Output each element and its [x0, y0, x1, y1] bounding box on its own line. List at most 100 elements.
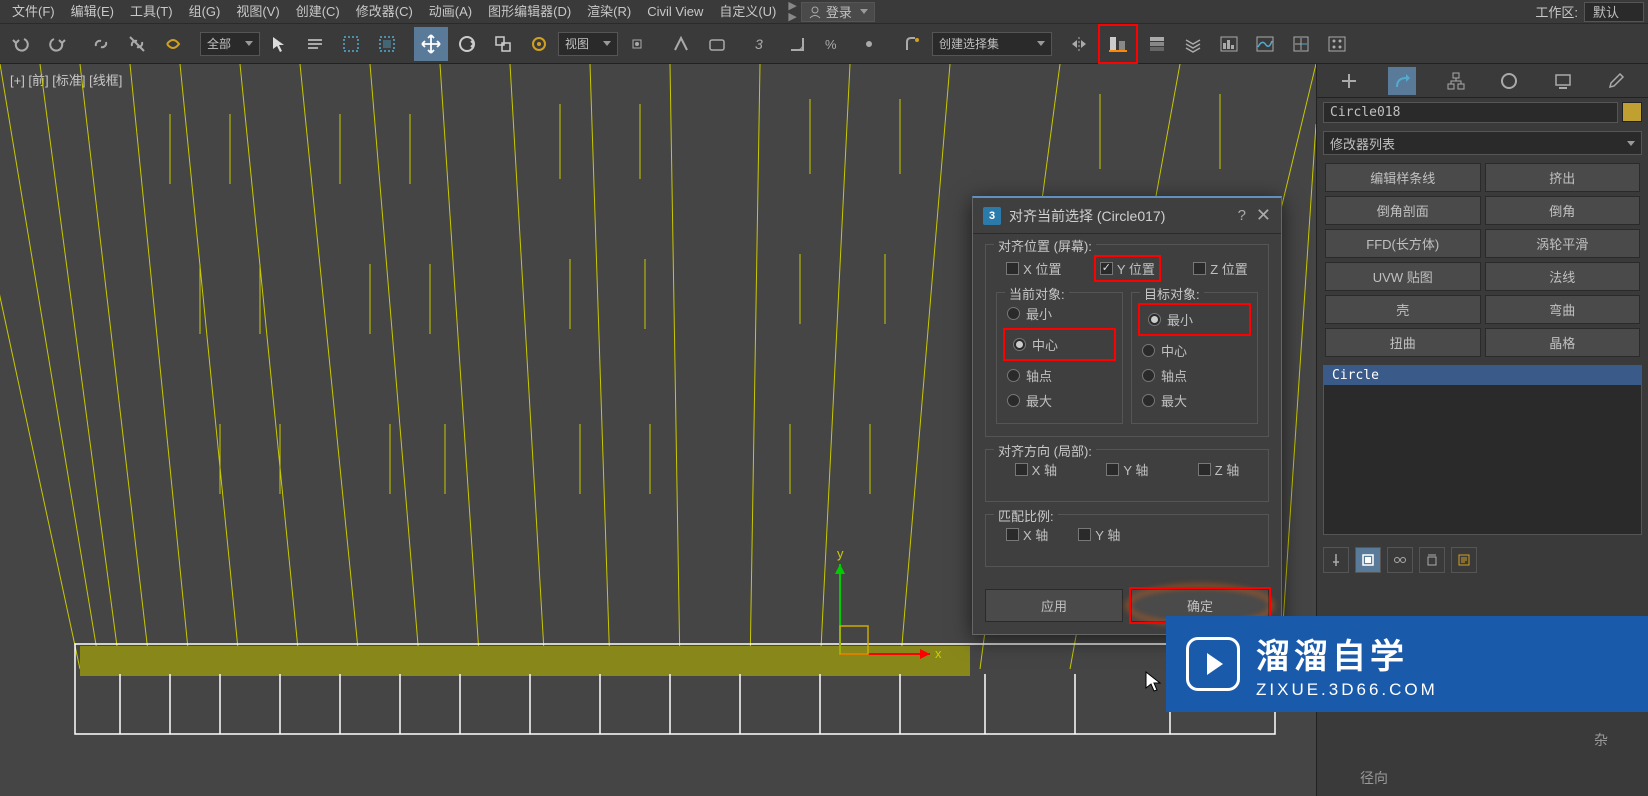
- bind-button[interactable]: [156, 27, 190, 61]
- hierarchy-tab[interactable]: [1442, 67, 1470, 95]
- pivot-center-button[interactable]: [620, 27, 654, 61]
- move-button[interactable]: [414, 27, 448, 61]
- material-editor-button[interactable]: [1284, 27, 1318, 61]
- current-pivot-radio[interactable]: 轴点: [1003, 363, 1116, 388]
- dialog-help-button[interactable]: ?: [1238, 207, 1246, 224]
- object-name-input[interactable]: Circle018: [1323, 102, 1618, 123]
- mod-btn-bend[interactable]: 弯曲: [1485, 295, 1641, 324]
- login-button[interactable]: 登录: [801, 2, 875, 22]
- rotate-button[interactable]: [450, 27, 484, 61]
- toggle-ribbon-button[interactable]: [1176, 27, 1210, 61]
- group-label-position: 对齐位置 (屏幕):: [994, 236, 1096, 255]
- modifier-stack[interactable]: Circle: [1323, 365, 1642, 535]
- scale-x-checkbox[interactable]: X 轴: [1006, 525, 1048, 544]
- stack-item-circle[interactable]: Circle: [1324, 366, 1641, 385]
- mod-btn-normal[interactable]: 法线: [1485, 262, 1641, 291]
- placement-button[interactable]: [522, 27, 556, 61]
- y-position-checkbox[interactable]: Y 位置: [1100, 259, 1155, 278]
- svg-text:3: 3: [755, 36, 763, 52]
- menu-group[interactable]: 组(G): [181, 0, 229, 24]
- menu-animation[interactable]: 动画(A): [421, 0, 480, 24]
- angle-snap-button[interactable]: [780, 27, 814, 61]
- render-setup-button[interactable]: [1320, 27, 1354, 61]
- current-min-radio[interactable]: 最小: [1003, 301, 1116, 326]
- menu-tools[interactable]: 工具(T): [122, 0, 181, 24]
- schematic-view-button[interactable]: [1248, 27, 1282, 61]
- mod-btn-shell[interactable]: 壳: [1325, 295, 1481, 324]
- mod-btn-uvwmap[interactable]: UVW 贴图: [1325, 262, 1481, 291]
- target-min-radio[interactable]: 最小: [1144, 307, 1245, 332]
- orient-z-checkbox[interactable]: Z 轴: [1198, 460, 1240, 479]
- selection-filter[interactable]: 全部: [200, 32, 260, 56]
- menu-modifiers[interactable]: 修改器(C): [348, 0, 421, 24]
- target-pivot-radio[interactable]: 轴点: [1138, 363, 1251, 388]
- show-end-result-button[interactable]: [1355, 547, 1381, 573]
- named-selection-set[interactable]: 创建选择集: [932, 32, 1052, 56]
- select-by-name-button[interactable]: [298, 27, 332, 61]
- menu-create[interactable]: 创建(C): [288, 0, 348, 24]
- undo-button[interactable]: [4, 27, 38, 61]
- display-tab[interactable]: [1549, 67, 1577, 95]
- dialog-close-button[interactable]: ✕: [1256, 205, 1271, 226]
- mod-btn-lattice[interactable]: 晶格: [1485, 328, 1641, 357]
- keyboard-shortcut-button[interactable]: [700, 27, 734, 61]
- pin-stack-button[interactable]: [1323, 547, 1349, 573]
- ref-coord-dropdown[interactable]: 视图: [558, 32, 618, 56]
- target-max-radio[interactable]: 最大: [1138, 388, 1251, 413]
- rect-select-button[interactable]: [334, 27, 368, 61]
- apply-button[interactable]: 应用: [985, 589, 1123, 622]
- create-tab[interactable]: [1335, 67, 1363, 95]
- mod-btn-editspline[interactable]: 编辑样条线: [1325, 163, 1481, 192]
- menu-customize[interactable]: 自定义(U): [711, 0, 784, 24]
- scale-y-checkbox[interactable]: Y 轴: [1078, 525, 1120, 544]
- mod-btn-turbosmooth[interactable]: 涡轮平滑: [1485, 229, 1641, 258]
- remove-modifier-button[interactable]: [1419, 547, 1445, 573]
- workspace-dropdown[interactable]: 默认: [1584, 2, 1644, 22]
- menu-file[interactable]: 文件(F): [4, 0, 63, 24]
- menu-render[interactable]: 渲染(R): [579, 0, 639, 24]
- z-position-checkbox[interactable]: Z 位置: [1193, 255, 1248, 282]
- unlink-button[interactable]: [120, 27, 154, 61]
- menu-view[interactable]: 视图(V): [228, 0, 287, 24]
- snap-2d-button[interactable]: 3: [744, 27, 778, 61]
- current-center-radio[interactable]: 中心: [1009, 332, 1110, 357]
- align-button[interactable]: [1101, 27, 1135, 61]
- layer-explorer-button[interactable]: [1140, 27, 1174, 61]
- target-object-group: 目标对象: 最小 中心 轴点 最大: [1131, 292, 1258, 424]
- manipulate-button[interactable]: [664, 27, 698, 61]
- x-position-checkbox[interactable]: X 位置: [1006, 255, 1061, 282]
- mod-btn-bevelprofile[interactable]: 倒角剖面: [1325, 196, 1481, 225]
- orient-y-checkbox[interactable]: Y 轴: [1106, 460, 1148, 479]
- edit-named-button[interactable]: [896, 27, 930, 61]
- link-button[interactable]: [84, 27, 118, 61]
- scale-button[interactable]: [486, 27, 520, 61]
- mod-btn-twist[interactable]: 扭曲: [1325, 328, 1481, 357]
- mod-btn-extrude[interactable]: 挤出: [1485, 163, 1641, 192]
- orient-x-checkbox[interactable]: X 轴: [1015, 460, 1057, 479]
- menu-overflow-icon[interactable]: ▶▶: [784, 1, 800, 23]
- modify-tab[interactable]: [1388, 67, 1416, 95]
- motion-tab[interactable]: [1495, 67, 1523, 95]
- redo-button[interactable]: [40, 27, 74, 61]
- menu-graph[interactable]: 图形编辑器(D): [480, 0, 579, 24]
- menu-civil[interactable]: Civil View: [639, 0, 711, 24]
- current-max-radio[interactable]: 最大: [1003, 388, 1116, 413]
- percent-snap-button[interactable]: %: [816, 27, 850, 61]
- make-unique-button[interactable]: [1387, 547, 1413, 573]
- mod-btn-ffd[interactable]: FFD(长方体): [1325, 229, 1481, 258]
- window-crossing-button[interactable]: [370, 27, 404, 61]
- spinner-snap-button[interactable]: [852, 27, 886, 61]
- select-object-button[interactable]: [262, 27, 296, 61]
- align-orientation-group: 对齐方向 (局部): X 轴 Y 轴 Z 轴: [985, 449, 1269, 502]
- menu-edit[interactable]: 编辑(E): [63, 0, 122, 24]
- modifier-list-dropdown[interactable]: 修改器列表: [1323, 131, 1642, 155]
- object-color-swatch[interactable]: [1622, 102, 1642, 122]
- align-position-group: 对齐位置 (屏幕): X 位置 Y 位置 Z 位置 当前对象: 最小 中心 轴点…: [985, 244, 1269, 437]
- utilities-tab[interactable]: [1602, 67, 1630, 95]
- mirror-button[interactable]: [1062, 27, 1096, 61]
- configure-sets-button[interactable]: [1451, 547, 1477, 573]
- target-center-radio[interactable]: 中心: [1138, 338, 1251, 363]
- curve-editor-button[interactable]: [1212, 27, 1246, 61]
- dialog-titlebar[interactable]: 3 对齐当前选择 (Circle017) ? ✕: [973, 198, 1281, 234]
- mod-btn-bevel[interactable]: 倒角: [1485, 196, 1641, 225]
